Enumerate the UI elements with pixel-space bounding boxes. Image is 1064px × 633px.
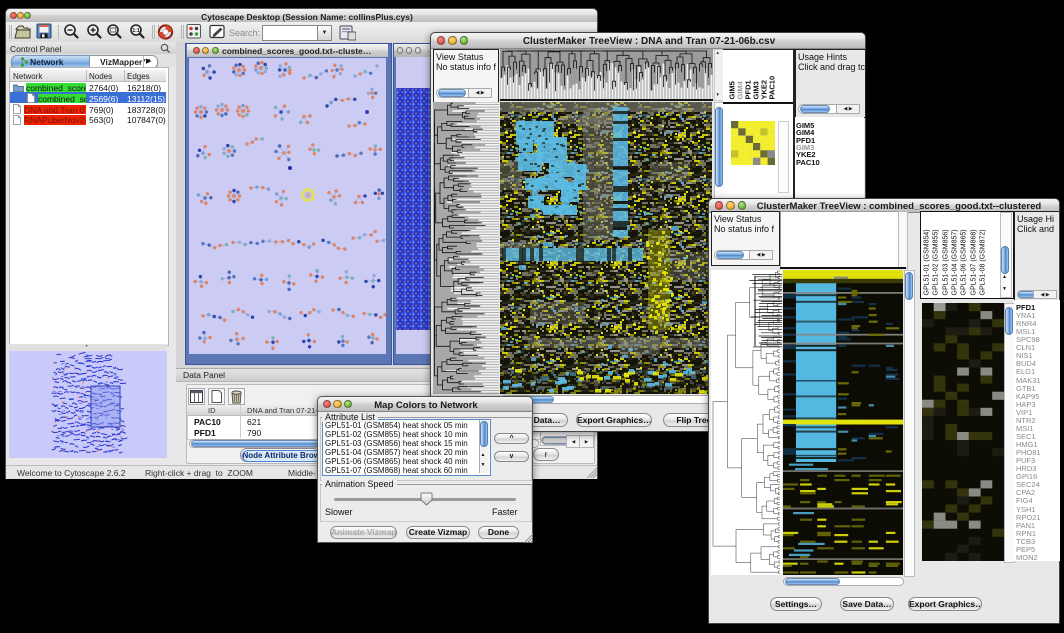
- svg-text:1:1: 1:1: [132, 28, 139, 34]
